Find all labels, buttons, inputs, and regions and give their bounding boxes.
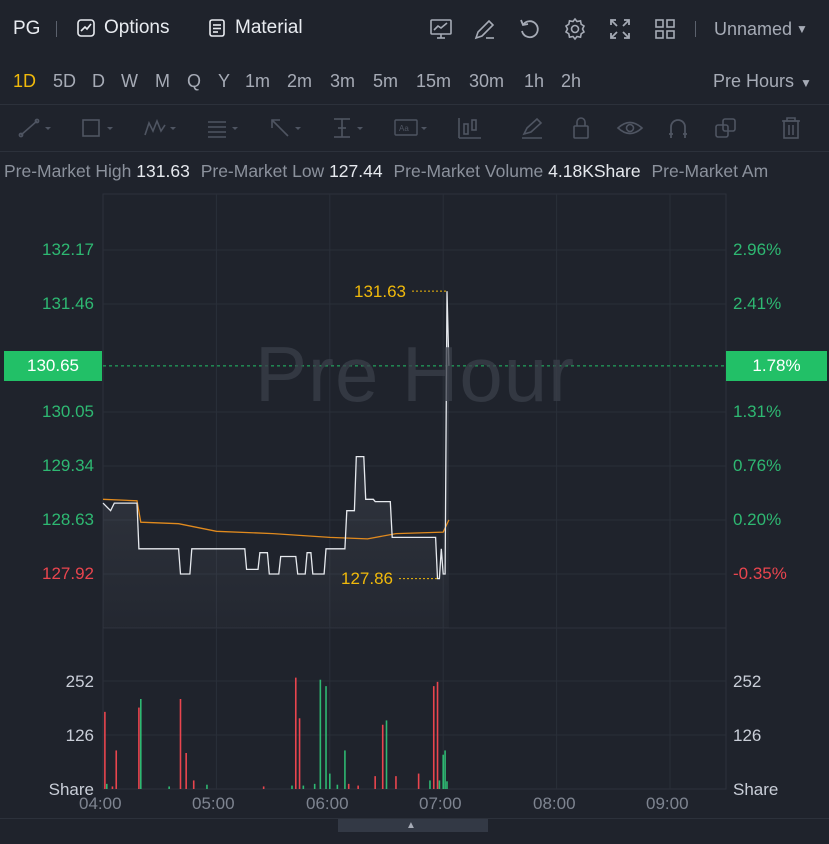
chevron-up-icon: ▲ [406,820,416,831]
pct-axis-label: 2.96% [733,240,782,259]
time-axis-label: 05:00 [192,794,235,813]
period-5d[interactable]: 5D [53,71,76,92]
price-axis-label: 129.34 [42,456,94,475]
pre-market-low-label: Pre-Market Low [200,161,325,181]
pre-market-low-value: 127.44 [329,161,383,181]
average-price-line [102,498,450,540]
chart-watermark: Pre Hour [255,330,576,418]
magnet-icon[interactable] [662,116,696,140]
candle-tool-icon[interactable] [455,116,489,140]
divider [695,21,696,37]
stock-symbol[interactable]: PG [13,18,40,40]
high-marker-label: 131.63 [354,282,406,301]
material-label: Material [235,17,303,38]
price-axis-label: 127.92 [42,564,94,583]
drawing-toolbar: Aa [0,104,829,152]
period-15m[interactable]: 15m [416,71,451,92]
fullscreen-icon[interactable] [607,16,633,42]
trash-icon[interactable] [774,116,808,140]
eye-icon[interactable] [614,116,648,140]
volume-axis-label: 126 [733,726,762,745]
copy-icon[interactable] [710,116,744,140]
session-label: Pre Hours [713,71,795,91]
layout-grid-icon[interactable] [652,16,678,42]
pre-market-info-bar: Pre-Market High 131.63 Pre-Market Low 12… [0,151,829,189]
volume-axis-unit: Share [733,780,779,799]
session-selector[interactable]: Pre Hours ▼ [713,71,812,92]
period-week[interactable]: W [121,71,138,92]
period-1h[interactable]: 1h [524,71,544,92]
divider [56,21,57,37]
pct-axis-label: -0.35% [733,564,787,583]
level-tool-icon[interactable] [330,116,364,140]
options-button[interactable]: Options [76,17,169,39]
chart-box-icon [77,19,95,37]
pct-axis-label: 0.20% [733,510,782,529]
label-tool-icon[interactable]: Aa [393,116,427,140]
svg-text:Aa: Aa [399,124,409,133]
chart-indicator-icon[interactable] [428,16,454,42]
pre-market-high-value: 131.63 [136,161,190,181]
period-bar: 1D 5D D W M Q Y 1m 2m 3m 5m 15m 30m 1h 2… [0,58,829,104]
material-button[interactable]: Material [207,17,303,39]
chart-scroll-handle[interactable]: ▲ [338,819,488,832]
caret-down-icon: ▼ [800,76,812,90]
volume-axis-label: 252 [733,672,762,691]
volume-axis-label: 126 [65,726,94,745]
options-label: Options [104,17,170,38]
period-5m[interactable]: 5m [373,71,398,92]
draw-edit-icon[interactable] [472,16,498,42]
period-year[interactable]: Y [218,71,230,92]
pct-axis-label: 1.31% [733,402,782,421]
period-1m[interactable]: 1m [245,71,270,92]
top-toolbar: PG Options Material Unnamed ▼ [0,0,829,58]
volume-axis-label: 252 [65,672,94,691]
time-axis-label: 04:00 [79,794,122,813]
pre-market-high-label: Pre-Market High [4,161,132,181]
period-2m[interactable]: 2m [287,71,312,92]
reset-icon[interactable] [517,16,543,42]
pre-market-volume-label: Pre-Market Volume [393,161,544,181]
price-axis-label: 130.05 [42,402,94,421]
period-day[interactable]: D [92,71,105,92]
low-marker-label: 127.86 [341,569,393,588]
lock-icon[interactable] [565,116,599,140]
period-3m[interactable]: 3m [330,71,355,92]
time-axis-label: 06:00 [306,794,349,813]
layout-selector[interactable]: Unnamed ▼ [714,19,808,40]
rectangle-tool-icon[interactable] [80,116,114,140]
price-axis-label: 128.63 [42,510,94,529]
time-axis-label: 08:00 [533,794,576,813]
document-icon [209,19,225,37]
pre-market-amount-label: Pre-Market Am [651,161,769,181]
time-axis-label: 09:00 [646,794,689,813]
period-quarter[interactable]: Q [187,71,201,92]
brush-tool-icon[interactable] [518,116,552,140]
period-month[interactable]: M [155,71,170,92]
line-tool-icon[interactable] [18,116,52,140]
price-axis-label: 132.17 [42,240,94,259]
chart-canvas[interactable] [0,189,829,824]
period-2h[interactable]: 2h [561,71,581,92]
period-30m[interactable]: 30m [469,71,504,92]
caret-down-icon: ▼ [796,22,808,36]
pct-axis-label: 0.76% [733,456,782,475]
period-1d[interactable]: 1D [13,71,36,92]
text-list-tool-icon[interactable] [205,116,239,140]
current-pct-tag: 1.78% [726,351,827,381]
pct-axis-label: 2.41% [733,294,782,313]
settings-icon[interactable] [562,16,588,42]
wave-tool-icon[interactable] [143,116,177,140]
layout-name: Unnamed [714,19,793,39]
price-axis-label: 131.46 [42,294,94,313]
chart-frame [102,193,727,790]
bottom-scroll-bar: ▲ [0,818,829,844]
current-price-tag: 130.65 [4,351,102,381]
time-axis-label: 07:00 [419,794,462,813]
pre-market-volume-value: 4.18KShare [548,161,641,181]
arrow-tool-icon[interactable] [268,116,302,140]
price-chart[interactable]: Pre Hour 132.17 131.46 130.05 129.34 128… [0,189,829,824]
